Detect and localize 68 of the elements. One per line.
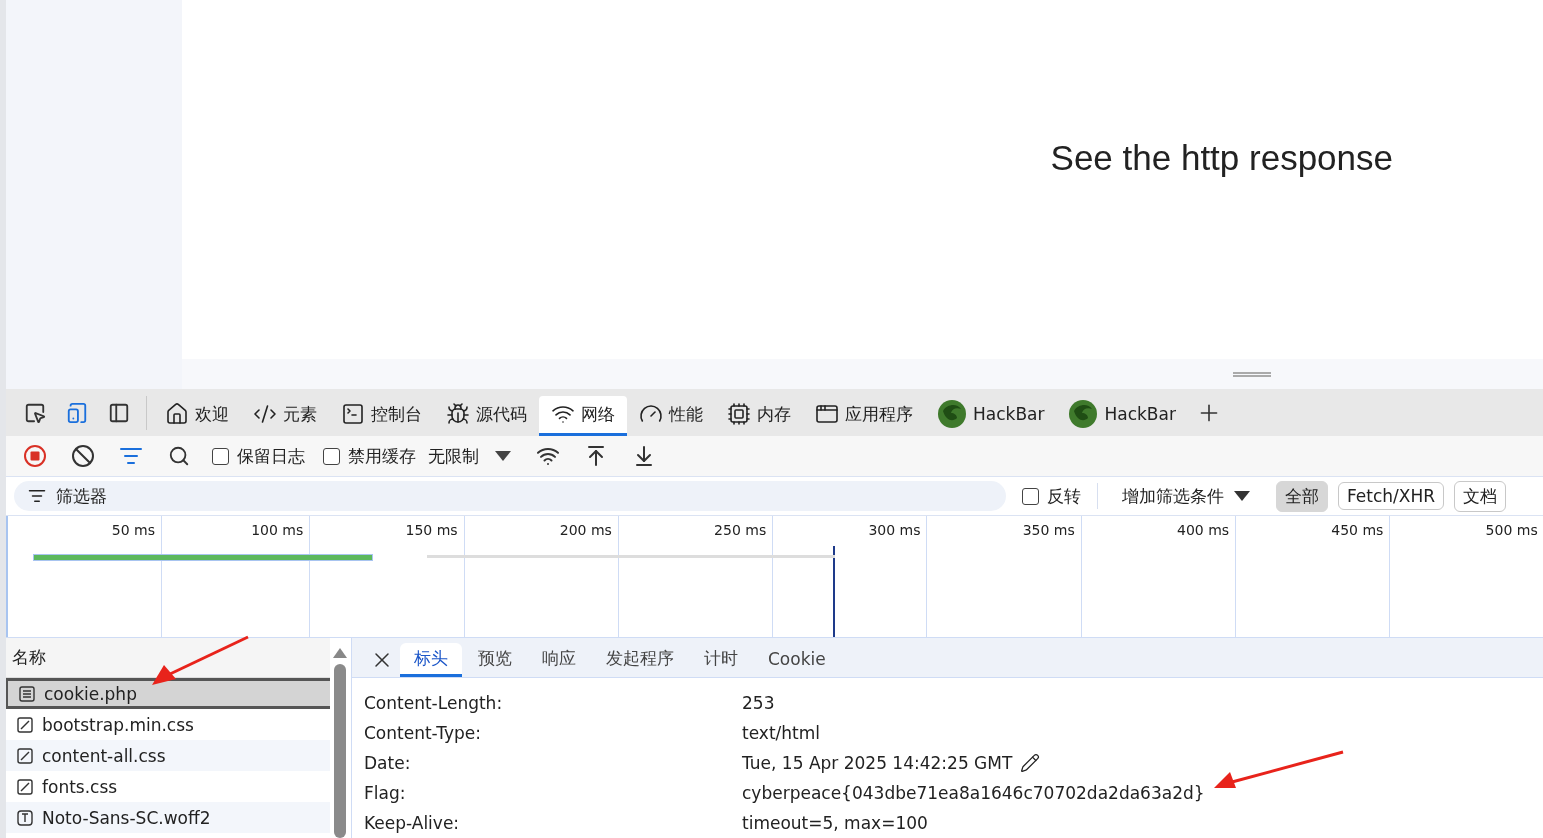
filter-placeholder: 筛选器 <box>56 484 107 508</box>
devtools-tab[interactable]: 内存 <box>715 395 803 436</box>
detail-tab[interactable]: 发起程序 <box>592 643 688 677</box>
devtools-tab[interactable]: 欢迎 <box>153 395 241 436</box>
window-icon <box>815 402 839 426</box>
document-icon <box>18 684 36 703</box>
type-filter-chip[interactable]: Fetch/XHR <box>1338 482 1445 510</box>
pencil-icon[interactable] <box>1020 753 1041 773</box>
stylesheet-icon <box>16 746 34 765</box>
devtools-tab[interactable]: HackBar <box>925 395 1057 436</box>
header-name: Content-Type: <box>364 723 482 743</box>
filter-icon <box>28 487 46 505</box>
header-value: cyberpeace{043dbe71ea8a1646c70702da2da63a2d} <box>742 783 1205 803</box>
checkbox-label: 保留日志 <box>237 444 305 468</box>
scrollbar-thumb[interactable] <box>334 664 346 838</box>
scroll-up-icon[interactable] <box>333 648 347 658</box>
checkbox[interactable] <box>323 447 340 465</box>
detail-tab[interactable]: 响应 <box>528 643 590 677</box>
devtools-tab[interactable]: 源代码 <box>434 395 539 436</box>
devtools-tab[interactable]: HackBar <box>1056 395 1188 436</box>
more-filters-dropdown[interactable]: 增加筛选条件 <box>1122 484 1224 508</box>
logo-icon <box>1068 399 1099 429</box>
time-tick: 350 ms <box>927 516 1082 637</box>
header-name: Date: <box>364 753 412 773</box>
header-value: Tue, 15 Apr 2025 14:42:25 GMT <box>742 753 1013 773</box>
devtools-tab[interactable]: 性能 <box>627 395 715 436</box>
font-icon <box>16 808 34 827</box>
header-name: Content-Length: <box>364 693 504 713</box>
devtools-tab[interactable]: 应用程序 <box>803 395 925 436</box>
header-value: text/html <box>742 723 820 743</box>
filter-field[interactable]: 筛选器 <box>14 481 1006 511</box>
detail-tab[interactable]: Cookie <box>754 643 840 677</box>
column-header[interactable]: 名称 <box>12 646 46 669</box>
stylesheet-icon <box>16 777 34 796</box>
home-icon <box>165 402 189 426</box>
request-row[interactable]: Noto-Sans-SC.woff2 <box>6 802 330 833</box>
logo-icon <box>937 399 967 429</box>
header-name: Keep-Alive: <box>364 813 461 833</box>
page-heading: See the http response <box>1050 138 1393 179</box>
type-filter-chip[interactable]: 全部 <box>1276 480 1328 512</box>
resize-handle[interactable] <box>1233 371 1271 377</box>
detail-tab[interactable]: 预览 <box>464 643 526 677</box>
caret-icon[interactable] <box>495 451 511 461</box>
bug-icon <box>446 402 470 426</box>
code-icon <box>253 402 277 426</box>
checkbox-label: 反转 <box>1047 484 1081 508</box>
time-tick: 450 ms <box>1236 516 1391 637</box>
header-value: timeout=5, max=100 <box>742 813 928 833</box>
type-filter-chip[interactable]: 文档 <box>1454 480 1507 512</box>
stylesheet-icon <box>16 715 34 734</box>
checkbox[interactable] <box>212 447 229 465</box>
devtools-tab[interactable]: 网络 <box>539 395 627 436</box>
terminal-icon <box>341 402 365 426</box>
header-name: Flag: <box>364 783 407 803</box>
devtools-tab[interactable]: 元素 <box>241 395 329 436</box>
time-tick: 400 ms <box>1081 516 1237 637</box>
detail-tab[interactable]: 标头 <box>400 643 462 677</box>
devtools-tab[interactable]: 控制台 <box>329 395 434 436</box>
checkbox-label: 禁用缓存 <box>348 444 416 468</box>
caret-icon[interactable] <box>1234 491 1250 501</box>
time-tick: 500 ms <box>1390 516 1543 637</box>
header-value: 253 <box>742 693 775 713</box>
checkbox[interactable] <box>1022 487 1039 505</box>
chip-icon <box>727 402 751 426</box>
detail-tab[interactable]: 计时 <box>690 643 752 677</box>
throttling-select[interactable]: 无限制 <box>428 444 479 468</box>
request-row[interactable]: cookie.php <box>6 678 330 709</box>
request-row[interactable]: content-all.css <box>6 740 330 771</box>
